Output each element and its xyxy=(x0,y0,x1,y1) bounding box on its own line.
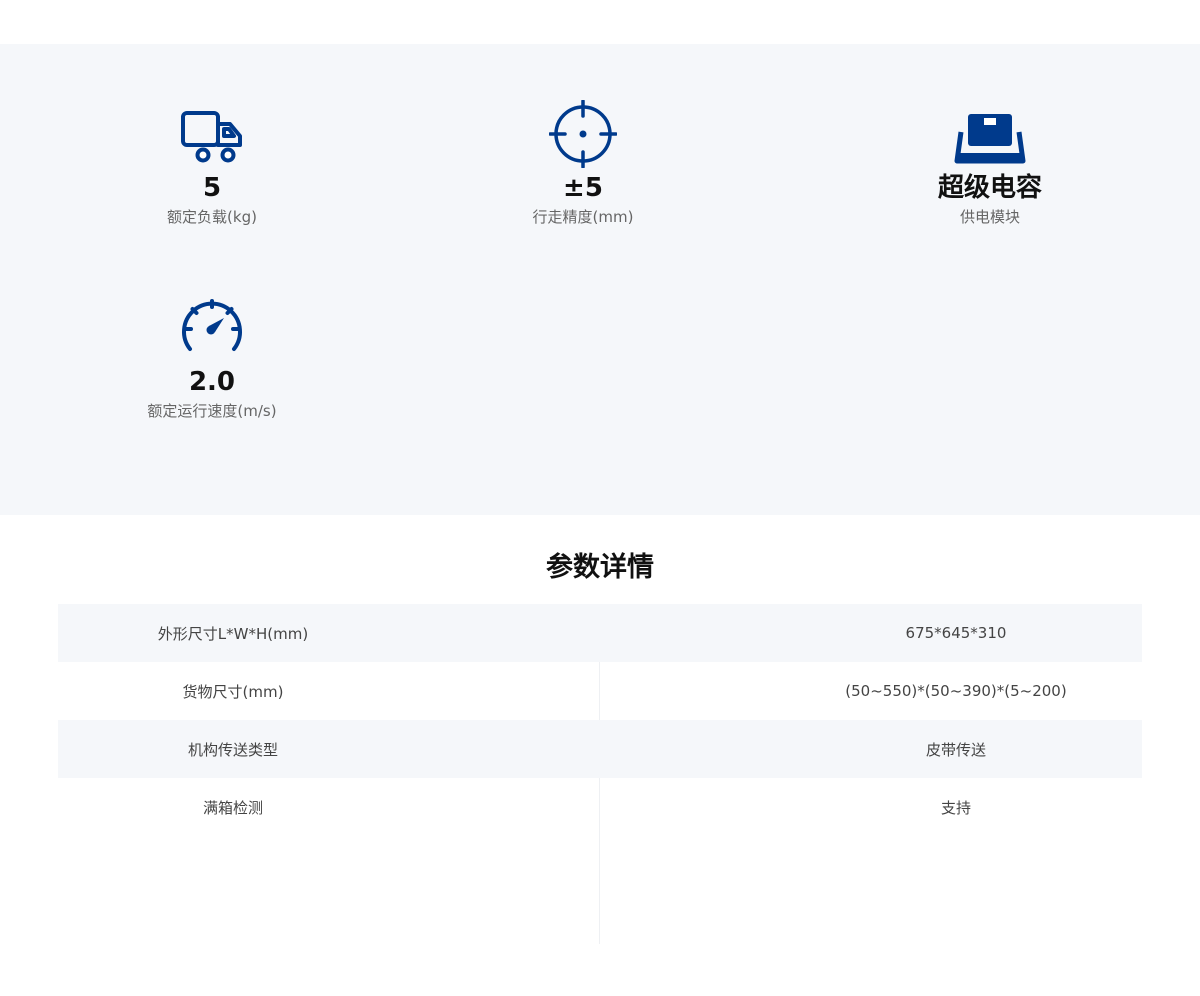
feature-value: 5 xyxy=(202,173,222,203)
top-spacer xyxy=(0,0,1200,44)
box-platform-icon xyxy=(954,114,1026,164)
parameter-name: 货物尺寸(mm) xyxy=(182,682,284,701)
feature-travel-accuracy: ±5 行走精度(mm) xyxy=(463,100,703,228)
feature-label: 额定运行速度(m/s) xyxy=(147,402,277,420)
feature-label: 额定负载(kg) xyxy=(167,208,257,226)
table-row: 货物尺寸(mm) (50~550)*(50~390)*(5~200) xyxy=(58,662,1142,720)
feature-label: 供电模块 xyxy=(959,208,1020,226)
feature-rated-speed: 2.0 额定运行速度(m/s) xyxy=(92,296,332,422)
parameter-value: 675*645*310 xyxy=(905,624,1007,642)
table-row: 满箱检测 支持 xyxy=(58,778,1142,836)
feature-rated-load: 5 额定负载(kg) xyxy=(92,104,332,228)
parameter-table: 外形尺寸L*W*H(mm) 675*645*310 货物尺寸(mm) (50~5… xyxy=(58,604,1142,836)
speedometer-icon xyxy=(182,299,242,351)
feature-value: ±5 xyxy=(563,173,603,203)
parameter-name: 满箱检测 xyxy=(202,798,263,817)
feature-value: 2.0 xyxy=(188,367,236,397)
feature-power-module: 超级电容 供电模块 xyxy=(870,104,1110,228)
parameter-value: 皮带传送 xyxy=(925,740,986,759)
feature-label: 行走精度(mm) xyxy=(532,208,634,226)
parameter-name: 外形尺寸L*W*H(mm) xyxy=(157,624,309,643)
section-title: 参数详情 xyxy=(546,552,654,583)
parameter-name: 机构传送类型 xyxy=(187,740,278,759)
feature-value: 超级电容 xyxy=(937,173,1042,203)
feature-section: 5 额定负载(kg) ±5 行走精度(mm) 超级电容 供电模块 2.0 额定运… xyxy=(0,44,1200,515)
crosshair-icon xyxy=(549,100,617,168)
parameter-value: 支持 xyxy=(940,798,971,817)
parameter-section: 参数详情 外形尺寸L*W*H(mm) 675*645*310 货物尺寸(mm) … xyxy=(0,515,1200,996)
table-row: 机构传送类型 皮带传送 xyxy=(58,720,1142,778)
truck-icon xyxy=(181,111,242,163)
parameter-value: (50~550)*(50~390)*(5~200) xyxy=(845,682,1067,700)
table-row: 外形尺寸L*W*H(mm) 675*645*310 xyxy=(58,604,1142,662)
